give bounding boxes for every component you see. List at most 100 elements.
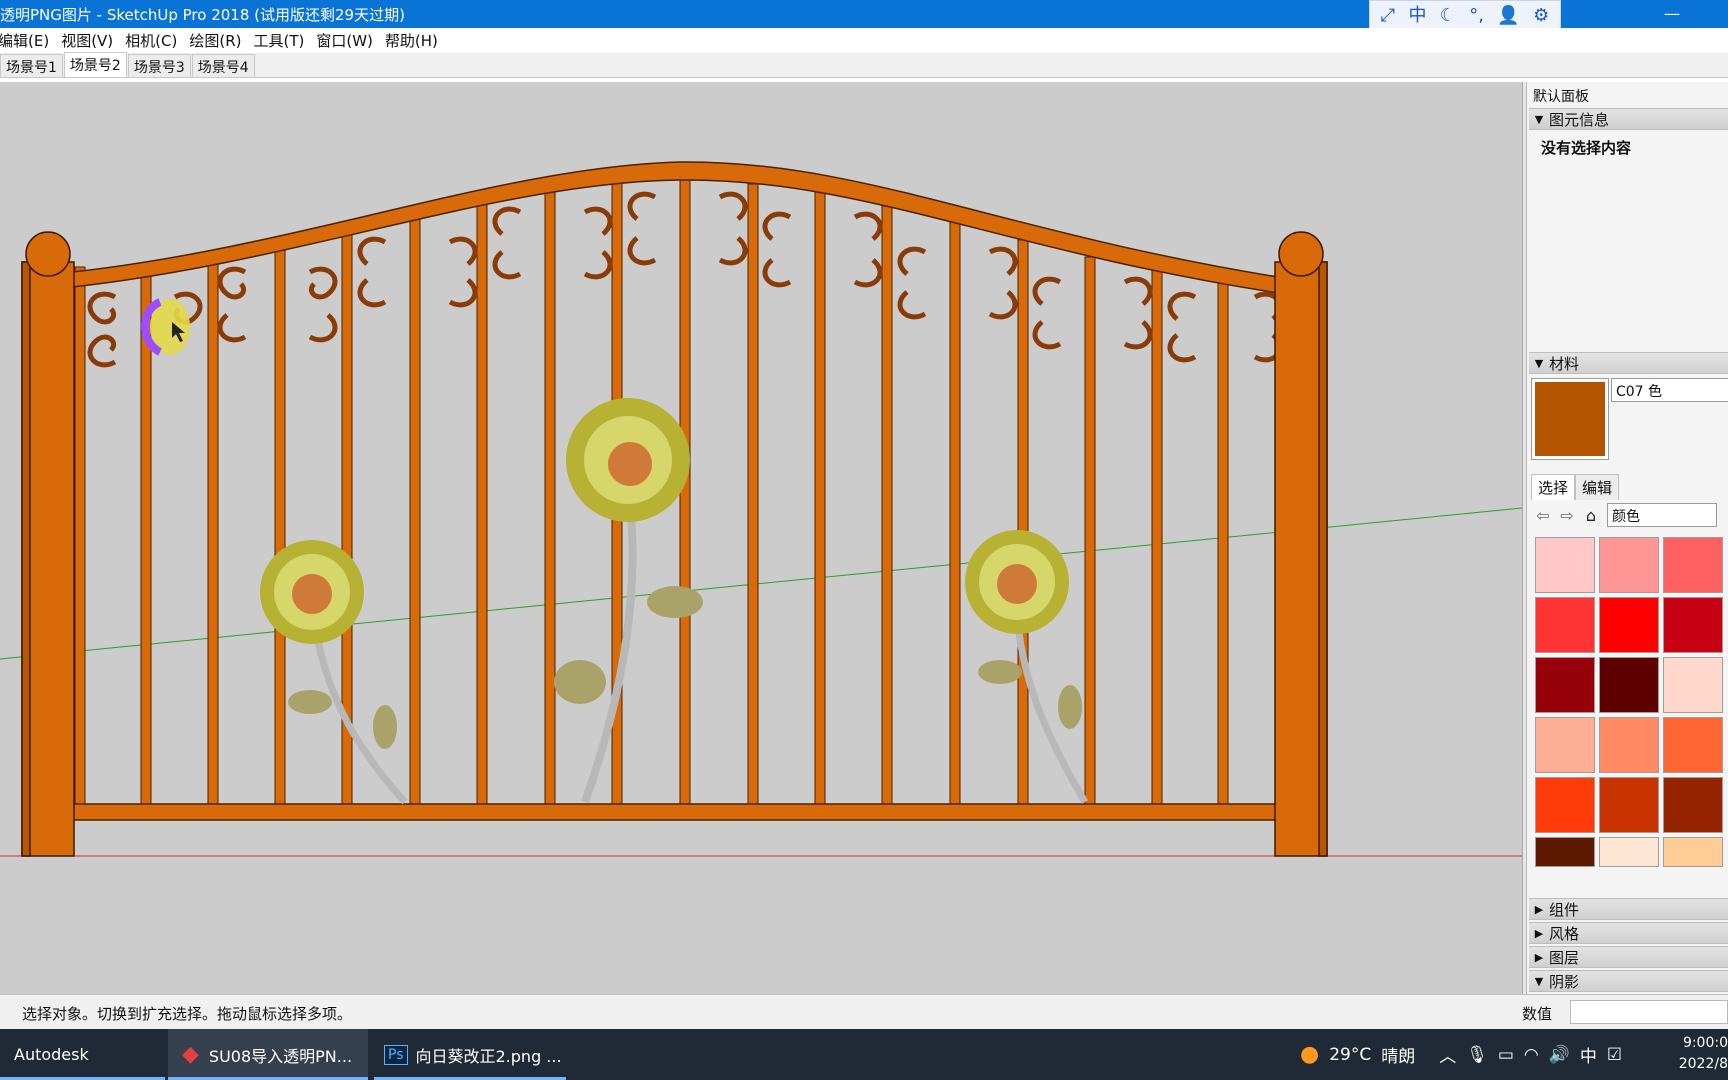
weather-temp[interactable]: 29°C (1329, 1045, 1371, 1065)
section-entity-info[interactable]: ▼ 图元信息 (1529, 108, 1728, 130)
shadows-header: 阴影 (1549, 972, 1580, 991)
color-swatch[interactable] (1535, 657, 1595, 713)
section-materials[interactable]: ▼ 材料 (1529, 352, 1728, 374)
title-bar: 透明PNG图片 - SketchUp Pro 2018 (试用版还剩29天过期)… (0, 0, 1728, 31)
sun-icon[interactable]: ● (1300, 1042, 1319, 1067)
menu-draw[interactable]: 绘图(R) (183, 30, 247, 51)
color-swatch[interactable] (1535, 717, 1595, 773)
color-swatch[interactable] (1535, 777, 1595, 833)
material-library-select[interactable]: 颜色 (1607, 503, 1717, 527)
taskbar-label: SU08导入透明PN... (208, 1046, 353, 1066)
color-swatch[interactable] (1599, 657, 1659, 713)
home-icon[interactable]: ⌂ (1579, 506, 1603, 525)
moon-icon[interactable]: ☾ (1440, 6, 1456, 25)
color-swatch[interactable] (1599, 537, 1659, 593)
color-swatch[interactable] (1663, 657, 1723, 713)
color-swatch[interactable] (1599, 837, 1659, 867)
menu-bar: 编辑(E) 视图(V) 相机(C) 绘图(R) 工具(T) 窗口(W) 帮助(H… (0, 28, 1728, 53)
window-title: 透明PNG图片 - SketchUp Pro 2018 (试用版还剩29天过期) (0, 6, 405, 24)
material-nav: ⇦ ⇨ ⌂ 颜色 (1531, 500, 1728, 530)
model-viewport[interactable] (0, 82, 1522, 994)
volume-icon[interactable]: 🔊 (1549, 1045, 1570, 1065)
no-selection-text: 没有选择内容 (1541, 139, 1632, 157)
menu-camera[interactable]: 相机(C) (119, 30, 183, 51)
expand-triangle-icon: ▶ (1534, 926, 1544, 940)
section-styles[interactable]: ▶ 风格 (1529, 922, 1728, 944)
materials-header: 材料 (1549, 354, 1580, 373)
chevron-up-icon[interactable]: ︿ (1439, 1042, 1456, 1067)
weather-text[interactable]: 晴朗 (1381, 1042, 1415, 1067)
default-tray: 默认面板 ▼ 图元信息 没有选择内容 ▼ 材料 C07 色 选择 编辑 ⇦ ⇨ … (1526, 82, 1728, 994)
scene-tab-3[interactable]: 场景号3 (127, 54, 191, 77)
clock-time: 9:00:0 (1682, 1035, 1728, 1051)
ime-chinese-toggle[interactable]: 中 (1408, 6, 1426, 25)
expand-triangle-icon: ▶ (1534, 902, 1544, 916)
color-swatch[interactable] (1599, 597, 1659, 653)
clock[interactable]: 9:00:0 2022/8 (1678, 1033, 1728, 1075)
measurements-label: 数值 (1522, 1005, 1553, 1023)
color-swatch[interactable] (1663, 837, 1723, 867)
scene-tabs: 场景号1 场景号2 场景号3 场景号4 (0, 52, 1728, 78)
clock-date: 2022/8 (1678, 1056, 1728, 1072)
section-components[interactable]: ▶ 组件 (1529, 898, 1728, 920)
tab-select[interactable]: 选择 (1531, 474, 1576, 500)
tray-title: 默认面板 (1533, 89, 1589, 105)
forward-arrow-icon[interactable]: ⇨ (1555, 506, 1579, 525)
taskbar-item-autodesk[interactable]: Autodesk (0, 1029, 165, 1080)
color-swatch[interactable] (1599, 777, 1659, 833)
section-layers[interactable]: ▶ 图层 (1529, 946, 1728, 968)
menu-tools[interactable]: 工具(T) (247, 30, 310, 51)
collapse-triangle-icon: ▼ (1534, 112, 1544, 126)
material-name-field[interactable]: C07 色 (1611, 378, 1728, 402)
microphone-icon[interactable]: 🎙 (1466, 1045, 1488, 1065)
taskbar-label: Autodesk (14, 1045, 89, 1064)
wifi-icon[interactable]: ◠ (1524, 1045, 1539, 1065)
color-swatch[interactable] (1535, 837, 1595, 867)
checkbox-icon[interactable]: ☑ (1607, 1045, 1622, 1065)
color-swatch[interactable] (1535, 597, 1595, 653)
battery-icon[interactable]: ▭ (1498, 1045, 1514, 1065)
scene-tab-1[interactable]: 场景号1 (0, 54, 63, 77)
photoshop-icon: Ps (384, 1044, 408, 1065)
status-text: 选择对象。切换到扩充选择。拖动鼠标选择多项。 (22, 1005, 353, 1023)
color-swatch[interactable] (1663, 537, 1723, 593)
ime-indicator[interactable]: 中 (1580, 1042, 1597, 1067)
components-header: 组件 (1549, 900, 1580, 919)
ime-toolbar[interactable]: ⤢ 中 ☾ °, 👤 ⚙ (1369, 0, 1561, 31)
expand-triangle-icon: ▶ (1534, 950, 1544, 964)
material-preview[interactable] (1531, 378, 1609, 460)
minimize-button[interactable]: — (1664, 4, 1684, 23)
color-swatch[interactable] (1663, 717, 1723, 773)
color-swatch[interactable] (1663, 597, 1723, 653)
fence-model (0, 161, 1522, 857)
scene-tab-4[interactable]: 场景号4 (191, 54, 255, 77)
punctuation-icon[interactable]: °, (1469, 6, 1484, 25)
section-shadows[interactable]: ▼ 阴影 (1529, 970, 1728, 992)
status-bar: 选择对象。切换到扩充选择。拖动鼠标选择多项。 数值 (0, 994, 1728, 1029)
layers-header: 图层 (1549, 948, 1580, 967)
color-swatch-grid (1535, 537, 1727, 867)
taskbar-item-photoshop[interactable]: Ps 向日葵改正2.png ... (374, 1029, 566, 1080)
color-swatch[interactable] (1663, 777, 1723, 833)
scene-tab-2[interactable]: 场景号2 (63, 52, 127, 77)
bottom-rail (71, 803, 1279, 821)
menu-help[interactable]: 帮助(H) (379, 30, 444, 51)
taskbar-item-sketchup[interactable]: ◆ SU08导入透明PN... (168, 1029, 368, 1080)
menu-view[interactable]: 视图(V) (55, 30, 119, 51)
menu-window[interactable]: 窗口(W) (310, 30, 379, 51)
expand-icon[interactable]: ⤢ (1381, 6, 1395, 25)
user-icon[interactable]: 👤 (1497, 6, 1519, 25)
measurements-input[interactable] (1570, 1000, 1728, 1024)
color-swatch[interactable] (1599, 717, 1659, 773)
material-swatch (1535, 382, 1605, 456)
material-subtabs: 选择 编辑 (1531, 474, 1620, 500)
menu-edit[interactable]: 编辑(E) (0, 30, 55, 51)
color-swatch[interactable] (1535, 537, 1595, 593)
back-arrow-icon[interactable]: ⇦ (1531, 506, 1555, 525)
tab-edit[interactable]: 编辑 (1575, 474, 1620, 500)
gear-icon[interactable]: ⚙ (1533, 6, 1549, 25)
collapse-triangle-icon: ▼ (1534, 356, 1544, 370)
top-rail (71, 161, 1279, 294)
sketchup-icon: ◆ (182, 1042, 199, 1067)
taskbar-label: 向日葵改正2.png ... (415, 1046, 562, 1066)
